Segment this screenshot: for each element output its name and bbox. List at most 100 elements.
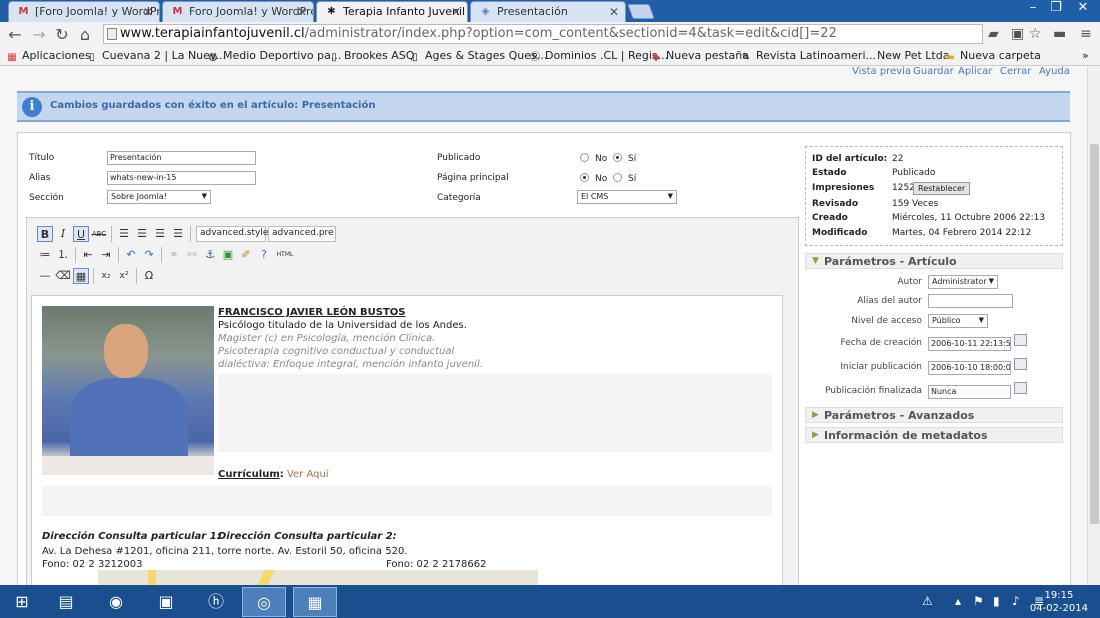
superscript-icon[interactable]: x² [116, 268, 132, 284]
outdent-icon[interactable]: ⇤ [80, 247, 96, 263]
bookmark-item[interactable]: ▯ Ages & Stages Ques... [409, 49, 547, 63]
new-tab-button[interactable] [627, 4, 655, 19]
visual-aid-icon[interactable]: ▦ [73, 268, 89, 284]
remote-desktop-icon[interactable]: ▦ [293, 587, 337, 617]
calendar-icon[interactable] [1014, 358, 1027, 370]
apply-link[interactable]: Aplicar [958, 66, 992, 77]
access-level-select[interactable]: Público ▼ [928, 314, 988, 328]
strikethrough-icon[interactable]: ABC [91, 226, 107, 242]
publish-down-input[interactable]: Nunca [928, 385, 1011, 399]
minimize-icon[interactable]: – [1022, 0, 1044, 15]
bold-icon[interactable]: B [37, 226, 53, 242]
flag-icon[interactable]: ⚑ [973, 594, 984, 608]
back-icon[interactable]: ← [6, 25, 24, 44]
title-input[interactable]: Presentación [107, 151, 256, 165]
special-char-icon[interactable]: Ω [141, 268, 157, 284]
chrome-icon[interactable]: ◎ [242, 587, 286, 617]
bookmark-folder[interactable]: ▬ Nueva carpeta [944, 49, 1041, 63]
bookmark-item[interactable]: ▯ Brookes ASQ [328, 49, 414, 63]
file-explorer-icon[interactable]: ▤ [44, 587, 88, 617]
reset-hits-button[interactable]: Restablecer [913, 182, 971, 195]
link-icon[interactable]: ⚭ [166, 247, 182, 263]
bookmark-item[interactable]: ▯ Cuevana 2 | La Nuev... [86, 49, 226, 63]
close-icon[interactable]: ✕ [451, 5, 461, 19]
horizontal-rule-icon[interactable]: — [37, 268, 53, 284]
extension-icon[interactable]: ▰ [988, 26, 999, 42]
undo-icon[interactable]: ↶ [123, 247, 139, 263]
unlink-icon[interactable]: ⚯ [184, 247, 200, 263]
reload-icon[interactable]: ↻ [53, 25, 71, 44]
page-scrollbar-thumb[interactable] [1090, 144, 1099, 524]
close-link[interactable]: Cerrar [1000, 66, 1031, 77]
show-hidden-icons[interactable]: ▴ [955, 594, 961, 608]
help-link[interactable]: Ayuda [1039, 66, 1070, 77]
bookmark-item[interactable]: ▦ Aplicaciones [6, 49, 90, 63]
indent-icon[interactable]: ⇥ [98, 247, 114, 263]
alias-input[interactable]: whats-new-in-15 [107, 171, 256, 185]
publish-up-input[interactable]: 2006-10-10 18:00:00 [928, 361, 1011, 375]
underline-icon[interactable]: U [73, 226, 89, 242]
article-params-header[interactable]: ▼ Parámetros - Artículo [805, 253, 1063, 269]
category-select[interactable]: El CMS ▼ [577, 190, 677, 204]
align-center-icon[interactable]: ☰ [134, 226, 150, 242]
subscript-icon[interactable]: x₂ [98, 268, 114, 284]
bullet-list-icon[interactable]: ≔ [37, 247, 53, 263]
maximize-icon[interactable]: ❐ [1045, 0, 1067, 15]
published-no-radio[interactable] [580, 153, 589, 162]
close-window-icon[interactable]: ✕ [1072, 0, 1094, 15]
extension-icon[interactable]: ▣ [1011, 26, 1024, 42]
bookmark-item[interactable]: ✎ Revista Latinoameri... [740, 49, 876, 63]
align-justify-icon[interactable]: ☰ [170, 226, 186, 242]
author-alias-input[interactable] [928, 294, 1013, 308]
bookmark-item[interactable]: ◆ Nueva pestaña [650, 49, 749, 63]
frontpage-yes-radio[interactable] [613, 173, 622, 182]
warning-icon[interactable]: ⚠ [922, 594, 933, 608]
html-source-icon[interactable]: HTML [275, 247, 295, 263]
close-icon[interactable]: ✕ [143, 5, 153, 19]
cv-link[interactable]: Ver Aquí [287, 469, 329, 480]
calendar-icon[interactable] [1014, 334, 1027, 346]
browser-tab[interactable]: ◈ Presentación ✕ [470, 1, 626, 22]
redo-icon[interactable]: ↷ [141, 247, 157, 263]
browser-tab[interactable]: M [Foro Joomla! y WordPres ✕ [8, 1, 160, 22]
author-select[interactable]: Administrator ▼ [928, 275, 998, 289]
volume-icon[interactable]: ♪ [1012, 594, 1020, 608]
metadata-header[interactable]: ▶ Información de metadatos [805, 427, 1063, 443]
bookmark-item[interactable]: ◍ Medio Deportivo pa... [207, 49, 342, 63]
forward-icon[interactable]: → [30, 25, 48, 44]
close-icon[interactable]: ✕ [297, 5, 307, 19]
image-icon[interactable]: ▣ [220, 247, 236, 263]
hp-icon[interactable]: ⓗ [194, 587, 238, 617]
home-icon[interactable]: ⌂ [76, 25, 94, 44]
calendar-icon[interactable] [1014, 382, 1027, 394]
bookmark-item[interactable]: Ⓡ Dominios .CL | Regis... [529, 49, 668, 63]
advanced-params-header[interactable]: ▶ Parámetros - Avanzados [805, 407, 1063, 423]
cast-icon[interactable]: ▬ [1053, 26, 1066, 42]
network-icon[interactable]: ▮ [993, 594, 1000, 608]
address-bar[interactable]: www.terapiainfantojuvenil.cl/administrat… [103, 24, 983, 44]
published-yes-radio[interactable] [613, 153, 622, 162]
save-link[interactable]: Guardar [913, 66, 954, 77]
editor-content-area[interactable]: FRANCISCO JAVIER LEÓN BUSTOS Psicólogo t… [31, 295, 783, 585]
preview-link[interactable]: Vista previa [852, 66, 911, 77]
page-scrollbar[interactable] [1087, 66, 1100, 585]
star-icon[interactable]: ☆ [1029, 26, 1042, 42]
menu-icon[interactable]: ≡ [1080, 26, 1092, 42]
italic-icon[interactable]: I [55, 226, 71, 242]
created-date-input[interactable]: 2006-10-11 22:13:58 [928, 337, 1011, 351]
remove-format-icon[interactable]: ⌫ [55, 268, 71, 284]
anchor-icon[interactable]: ⚓ [202, 247, 218, 263]
align-right-icon[interactable]: ☰ [152, 226, 168, 242]
style-select[interactable]: advanced.style [196, 226, 268, 242]
presentation-app-icon[interactable]: ▣ [144, 587, 188, 617]
help-icon[interactable]: ? [256, 247, 272, 263]
close-icon[interactable]: ✕ [609, 5, 619, 19]
bookmark-item[interactable]: New Pet Ltda [877, 49, 949, 62]
browser-tab[interactable]: M Foro Joomla! y WordPres ✕ [162, 1, 314, 22]
windows-start-icon[interactable]: ⊞ [2, 587, 42, 617]
align-left-icon[interactable]: ☰ [116, 226, 132, 242]
numbered-list-icon[interactable]: ⒈ [55, 247, 71, 263]
frontpage-no-radio[interactable] [580, 173, 589, 182]
bookmarks-overflow-icon[interactable]: » [1082, 49, 1089, 62]
system-clock[interactable]: 19:15 04-02-2014 [1030, 589, 1088, 615]
